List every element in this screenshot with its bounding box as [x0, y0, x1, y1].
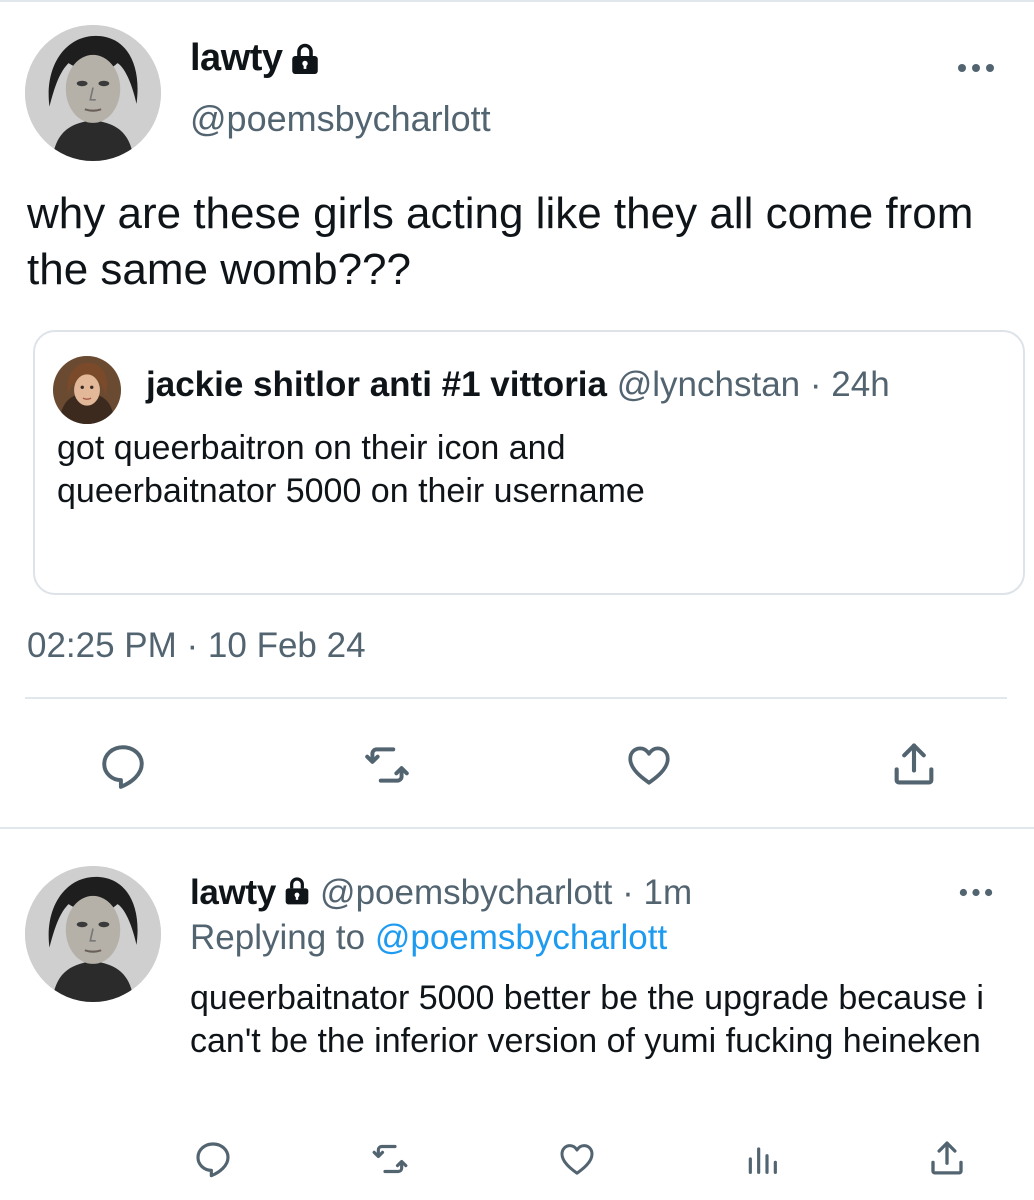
reply-tweet-text: queerbaitnator 5000 better be the upgrad… [190, 979, 984, 1060]
heart-icon[interactable] [622, 740, 676, 790]
more-horizontal-icon[interactable] [956, 55, 996, 75]
quoted-author-avatar[interactable] [53, 356, 121, 424]
more-horizontal-icon[interactable] [958, 879, 994, 899]
replying-to-line: Replying to @poemsbycharlott [190, 918, 667, 958]
retweet-icon[interactable] [358, 740, 416, 790]
quoted-tweet-time[interactable]: 24h [831, 365, 889, 404]
retweet-icon[interactable] [367, 1139, 413, 1179]
quoted-author-name[interactable]: jackie shitlor anti #1 vittoria [146, 365, 607, 404]
quoted-author-handle[interactable]: @lynchstan [617, 365, 800, 404]
reply-icon[interactable] [96, 741, 150, 791]
reply-author-handle[interactable]: @poemsbycharlott [320, 873, 612, 912]
reply-author-name[interactable]: lawty [190, 873, 276, 912]
reply-header: lawty @poemsbycharlott · 1m [190, 873, 692, 913]
tweet-text: why are these girls acting like they all… [27, 189, 974, 294]
reply-icon[interactable] [192, 1139, 234, 1179]
top-divider [0, 0, 1034, 2]
replying-to-label: Replying to [190, 918, 366, 957]
replying-to-handle[interactable]: @poemsbycharlott [375, 918, 667, 957]
quoted-tweet-text: got queerbaitron on their icon and queer… [57, 429, 645, 510]
author-display-name[interactable]: lawty [190, 37, 283, 80]
analytics-icon[interactable] [742, 1139, 782, 1179]
reply-author-avatar[interactable] [25, 866, 161, 1002]
reply-tweet-time[interactable]: 1m [644, 873, 693, 912]
quoted-tweet-header: jackie shitlor anti #1 vittoria @lynchst… [146, 365, 890, 405]
lock-icon [286, 41, 324, 77]
reply-separator: · [622, 873, 634, 912]
tweet-timestamp[interactable]: 02:25 PM · 10 Feb 24 [27, 626, 366, 666]
author-handle[interactable]: @poemsbycharlott [190, 98, 491, 140]
share-icon[interactable] [888, 738, 940, 790]
divider [25, 697, 1007, 699]
lock-icon [280, 875, 314, 907]
section-divider [0, 827, 1034, 829]
quoted-separator: · [809, 365, 822, 404]
author-avatar[interactable] [25, 25, 161, 161]
share-icon[interactable] [926, 1137, 968, 1179]
heart-icon[interactable] [555, 1139, 599, 1179]
